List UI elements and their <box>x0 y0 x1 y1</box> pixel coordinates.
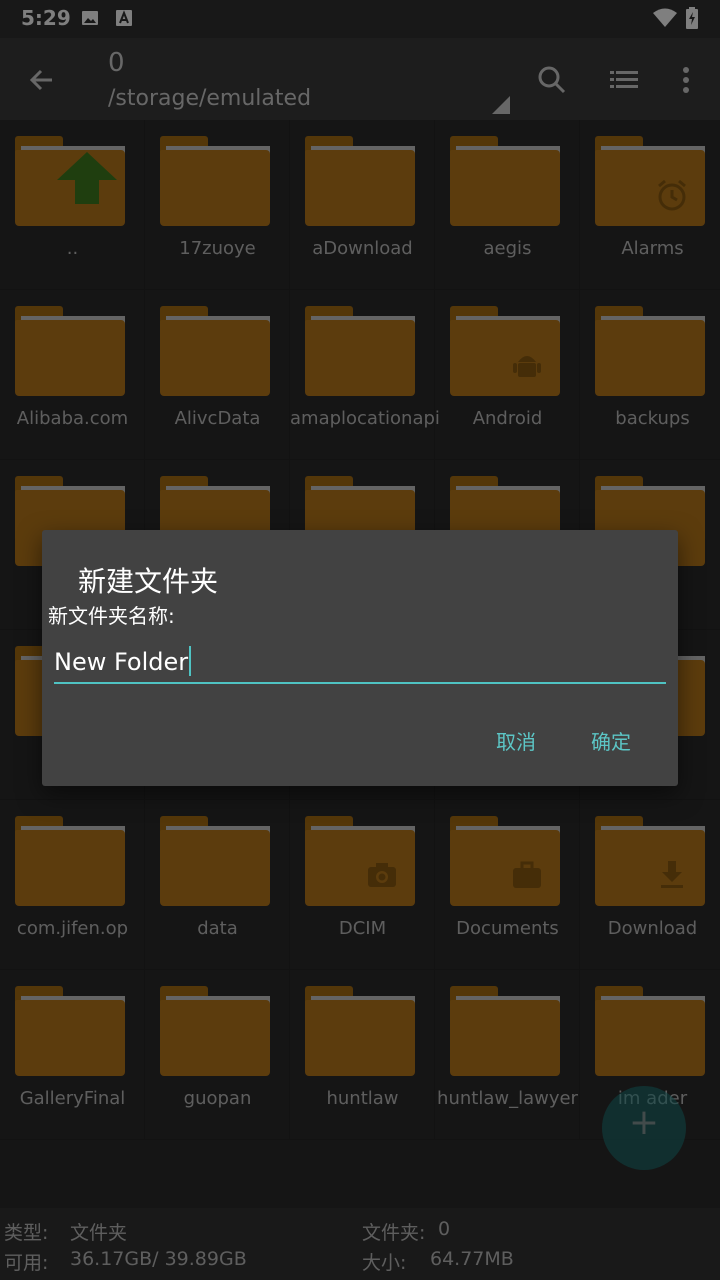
cancel-button[interactable]: 取消 <box>496 726 536 755</box>
folder-name-input[interactable]: New Folder <box>54 640 666 684</box>
confirm-button[interactable]: 确定 <box>591 726 631 755</box>
new-folder-dialog: 新建文件夹 新文件夹名称: New Folder 取消 确定 <box>42 530 678 786</box>
dialog-title: 新建文件夹 <box>78 565 219 598</box>
text-caret <box>189 646 192 676</box>
folder-name-label: 新文件夹名称: <box>48 604 175 628</box>
folder-name-value: New Folder <box>54 648 189 676</box>
